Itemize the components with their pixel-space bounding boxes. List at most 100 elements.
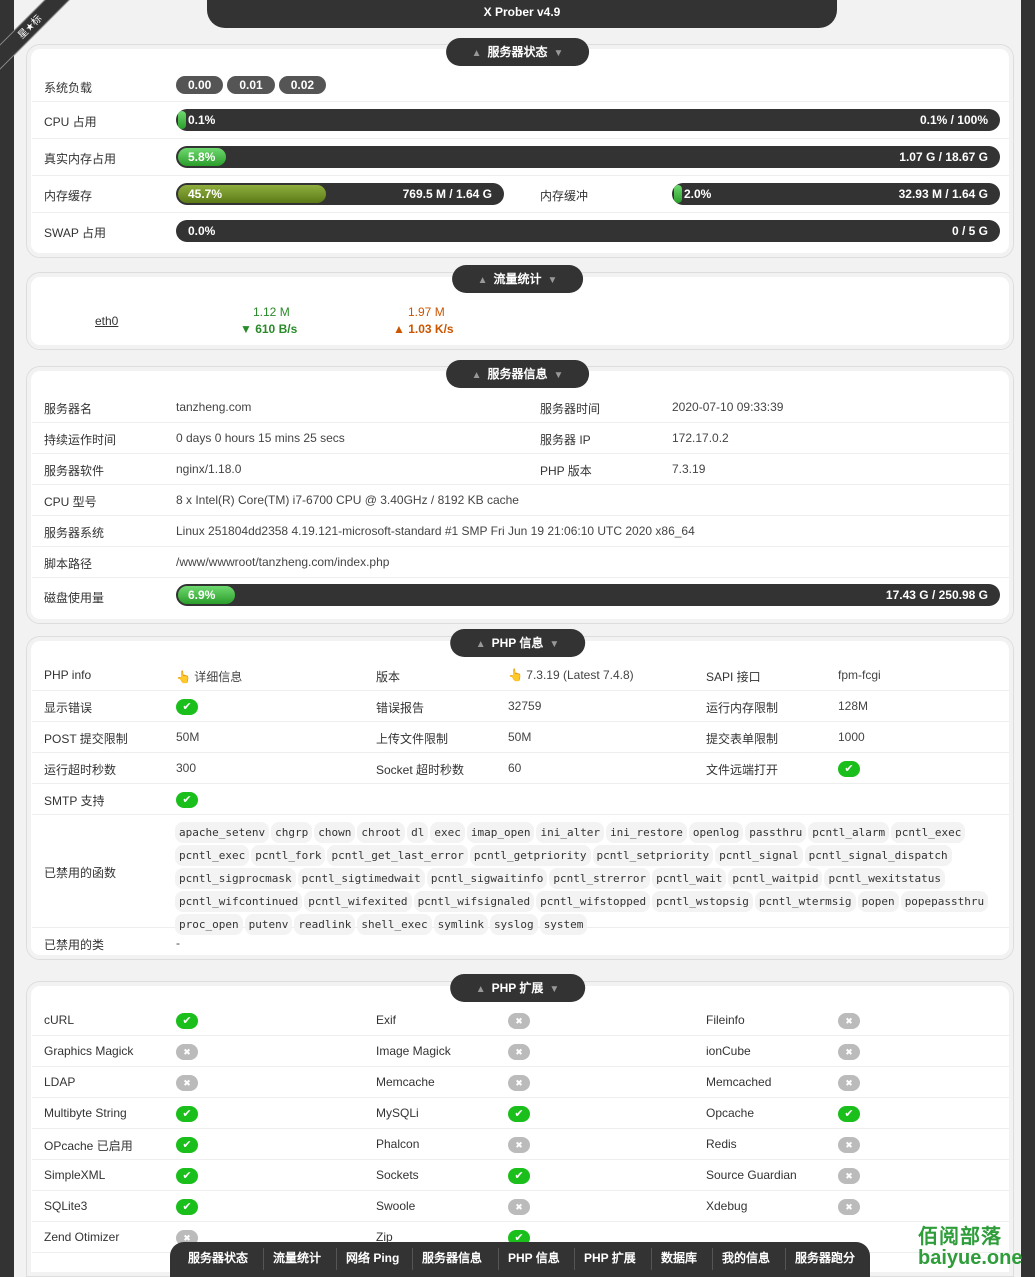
check-icon: ✔: [838, 761, 860, 777]
php-ext-name: Multibyte String: [44, 1106, 127, 1120]
php-ext-name: Exif: [376, 1013, 397, 1027]
swap-row: SWAP 占用 0.0% 0 / 5 G: [32, 213, 1009, 250]
cross-icon: ✖: [838, 1075, 860, 1091]
info-label: PHP 版本: [540, 464, 592, 478]
cpu-row: CPU 占用 0.1% 0.1% / 100%: [32, 102, 1009, 139]
info-value: 172.17.0.2: [672, 431, 729, 445]
php-ext-name: Zend Otimizer: [44, 1230, 120, 1244]
cpu-amount: 0.1% / 100%: [919, 113, 988, 127]
disabled-function: pcntl_wifsignaled: [413, 891, 535, 912]
disabled-function: pcntl_setpriority: [592, 845, 714, 866]
disabled-function: pcntl_waitpid: [728, 868, 823, 889]
php-ext-name: ionCube: [706, 1044, 751, 1058]
php-info-label: Socket 超时秒数: [376, 763, 465, 777]
disabled-function: pcntl_signal: [715, 845, 803, 866]
load-values: 0.00 0.01 0.02: [176, 76, 330, 94]
nav-separator: [498, 1248, 499, 1270]
check-icon: ✔: [838, 1106, 860, 1122]
cpu-bar: 0.1% 0.1% / 100%: [176, 109, 1000, 131]
collapse-up-icon: ▲: [475, 984, 486, 995]
disabled-function: chgrp: [271, 822, 313, 843]
info-value: Linux 251804dd2358 4.19.121-microsoft-st…: [176, 524, 695, 538]
nav-item[interactable]: 服务器信息: [422, 1242, 482, 1274]
mem-cache-pct: 45.7%: [188, 187, 223, 201]
php-ext-name: OPcache 已启用: [44, 1139, 133, 1153]
disabled-function: pcntl_wifstopped: [536, 891, 651, 912]
watermark-title: 佰阅部落: [918, 1226, 1002, 1248]
real-mem-row: 真实内存占用 5.8% 1.07 G / 18.67 G: [32, 139, 1009, 176]
disabled-function: pcntl_sigwaitinfo: [426, 868, 548, 889]
php-ext-row: Graphics Magick ✖ Image Magick ✖ ionCube ✖: [32, 1036, 1009, 1067]
php-info-header[interactable]: ▲ PHP 信息 ▼: [449, 629, 586, 657]
php-info-label: 文件远端打开: [706, 763, 779, 777]
php-info-value: 50M: [508, 730, 532, 744]
smtp-label: SMTP 支持: [44, 794, 105, 808]
nav-item[interactable]: 我的信息: [722, 1242, 770, 1274]
check-icon: ✔: [176, 1137, 198, 1153]
nav-item[interactable]: 服务器状态: [188, 1242, 248, 1274]
swap-bar: 0.0% 0 / 5 G: [176, 220, 1000, 242]
php-ext-header[interactable]: ▲ PHP 扩展 ▼: [449, 974, 586, 1002]
collapse-up-icon: ▲: [471, 370, 482, 381]
watermark-url: baiyue.one: [918, 1247, 1023, 1269]
nav-item[interactable]: 流量统计: [273, 1242, 321, 1274]
info-label: 服务器 IP: [540, 433, 591, 447]
nav-item[interactable]: 服务器跑分: [795, 1242, 855, 1274]
rx-rate: ▼ 610 B/s: [240, 322, 298, 336]
nav-item[interactable]: PHP 信息: [508, 1242, 560, 1274]
nav-separator: [785, 1248, 786, 1270]
disabled-function: ini_alter: [536, 822, 605, 843]
info-label: 服务器软件: [44, 464, 105, 478]
php-ext-name: Xdebug: [706, 1199, 748, 1213]
php-ext-row: Multibyte String ✔ MySQLi ✔ Opcache ✔: [32, 1098, 1009, 1129]
php-info-label: SAPI 接口: [706, 670, 761, 684]
cpu-label: CPU 占用: [44, 115, 97, 129]
swap-amount: 0 / 5 G: [951, 224, 988, 238]
php-ext-name: Redis: [706, 1137, 737, 1151]
php-info-value: 50M: [176, 730, 200, 744]
tx-total: 1.97 M: [408, 305, 445, 319]
check-icon: ✔: [176, 1013, 198, 1029]
star-ribbon[interactable]: 星★标: [0, 0, 70, 70]
php-info-label: POST 提交限制: [44, 732, 128, 746]
php-info-value: 128M: [838, 699, 869, 713]
info-label: 服务器系统: [44, 526, 105, 540]
cross-icon: ✖: [176, 1044, 198, 1060]
swap-label: SWAP 占用: [44, 226, 107, 240]
disabled-function: pcntl_exec: [175, 845, 250, 866]
cross-icon: ✖: [508, 1199, 530, 1215]
check-icon: ✔: [176, 792, 198, 808]
network-header[interactable]: ▲ 流量统计 ▼: [451, 265, 584, 293]
disabled-function: ini_restore: [606, 822, 687, 843]
php-info-row: POST 提交限制 50M 上传文件限制 50M 提交表单限制 1000: [32, 722, 1009, 753]
iface-link[interactable]: eth0: [95, 314, 118, 328]
server-status-header[interactable]: ▲ 服务器状态 ▼: [445, 38, 590, 66]
info-row: CPU 型号 8 x Intel(R) Core(TM) i7-6700 CPU…: [32, 485, 1009, 516]
info-label: 持续运作时间: [44, 433, 117, 447]
collapse-down-icon: ▼: [549, 984, 560, 995]
collapse-up-icon: ▲: [471, 48, 482, 59]
php-info-link[interactable]: 👆 7.3.19 (Latest 7.4.8): [508, 668, 634, 682]
cpu-pct: 0.1%: [188, 113, 216, 127]
php-ext-name: MySQLi: [376, 1106, 419, 1120]
disabled-function: chroot: [357, 822, 406, 843]
scrollbar-track[interactable]: [1021, 0, 1035, 1277]
nav-item[interactable]: 数据库: [661, 1242, 697, 1274]
disabled-classes-row: 已禁用的类 -: [32, 928, 1009, 958]
php-ext-name: Fileinfo: [706, 1013, 745, 1027]
server-info-header[interactable]: ▲ 服务器信息 ▼: [445, 360, 590, 388]
nav-item[interactable]: 网络 Ping: [346, 1242, 399, 1274]
disabled-function: pcntl_get_last_error: [327, 845, 468, 866]
disabled-classes-value: -: [176, 936, 180, 950]
nav-item[interactable]: PHP 扩展: [584, 1242, 636, 1274]
php-info-label: 错误报告: [376, 701, 425, 715]
disabled-function: pcntl_alarm: [808, 822, 890, 843]
cross-icon: ✖: [508, 1044, 530, 1060]
collapse-down-icon: ▼: [553, 370, 564, 381]
php-ext-row: SimpleXML ✔ Sockets ✔ Source Guardian ✖: [32, 1160, 1009, 1191]
disabled-function: imap_open: [466, 822, 535, 843]
cross-icon: ✖: [508, 1013, 530, 1029]
php-info-value: 1000: [838, 730, 865, 744]
php-ext-name: Image Magick: [376, 1044, 451, 1058]
php-info-link[interactable]: 👆 详细信息: [176, 668, 242, 685]
